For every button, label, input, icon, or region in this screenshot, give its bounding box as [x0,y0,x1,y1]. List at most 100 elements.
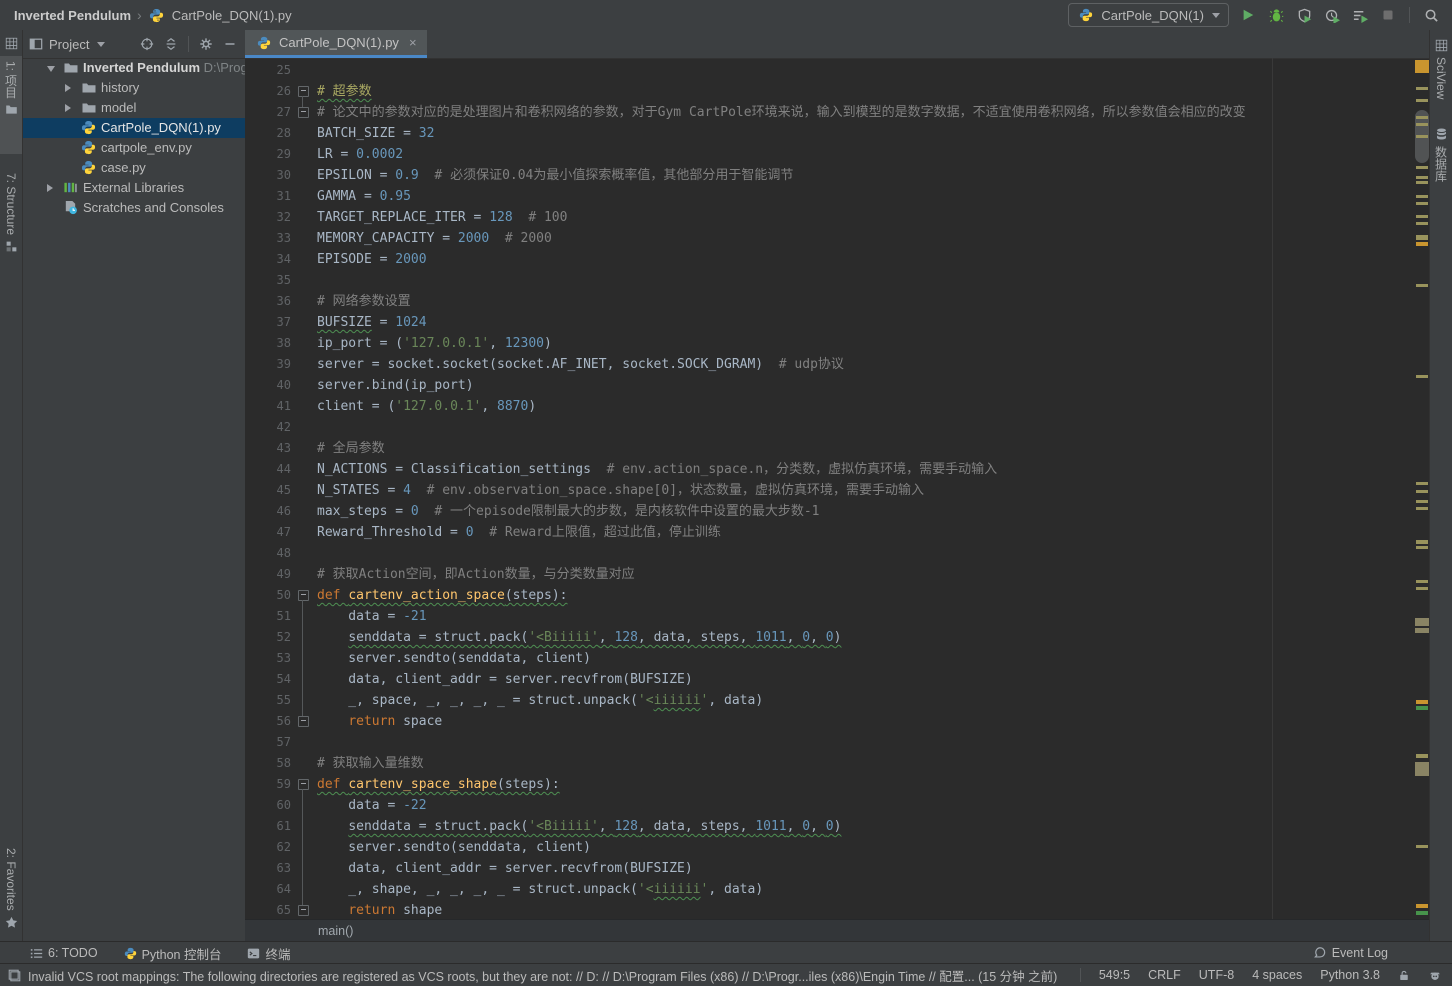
settings-gear-icon[interactable] [197,35,215,53]
fold-icon[interactable] [298,779,309,790]
code-line[interactable]: 55 _, space, _, _, _, _ = struct.unpack(… [245,690,1430,711]
code-line[interactable]: 36# 网络参数设置 [245,291,1430,312]
error-stripe-mark[interactable] [1415,60,1429,73]
code-line[interactable]: 48 [245,543,1430,564]
event-log-button[interactable]: Event Log [1313,946,1388,960]
error-stripe-mark[interactable] [1416,242,1428,246]
error-stripe-mark[interactable] [1415,762,1429,776]
chevron-right-icon[interactable] [47,184,53,192]
chevron-right-icon[interactable] [65,84,71,92]
error-stripe-mark[interactable] [1416,222,1428,225]
code-line[interactable]: 49# 获取Action空间，即Action数量，与分类数量对应 [245,564,1430,585]
fold-icon[interactable] [298,86,309,97]
code-line[interactable]: 47Reward_Threshold = 0 # Reward上限值，超过此值，… [245,522,1430,543]
run-with-coverage-button[interactable] [1295,6,1313,24]
code-line[interactable]: 65 return shape [245,900,1430,920]
error-stripe-mark[interactable] [1416,284,1428,287]
todo-tool-button[interactable]: 6: TODO [30,946,98,960]
code-line[interactable]: 64 _, shape, _, _, _, _ = struct.unpack(… [245,879,1430,900]
code-line[interactable]: 53 server.sendto(senddata, client) [245,648,1430,669]
error-stripe-mark[interactable] [1416,87,1428,90]
fold-icon[interactable] [298,590,309,601]
tool-window-button-project[interactable]: 1: 项目 [0,56,22,154]
search-everywhere-icon[interactable] [1422,6,1440,24]
tab-close-icon[interactable]: × [409,35,417,50]
fold-icon[interactable] [298,107,309,118]
error-stripe-mark[interactable] [1416,235,1428,240]
breadcrumb-file[interactable]: CartPole_DQN(1).py [172,8,292,23]
tool-window-button-structure[interactable]: 7: Structure [0,168,22,298]
code-line[interactable]: 38ip_port = ('127.0.0.1', 12300) [245,333,1430,354]
error-stripe-mark[interactable] [1416,500,1428,503]
code-line[interactable]: 35 [245,270,1430,291]
terminal-tool-button[interactable]: 终端 [247,944,290,963]
tree-item-scratches-and-consoles[interactable]: Scratches and Consoles [23,198,245,218]
status-message-area[interactable]: Invalid VCS root mappings: The following… [0,966,1080,985]
code-line[interactable]: 29LR = 0.0002 [245,144,1430,165]
caret-position[interactable]: 549:5 [1099,968,1130,982]
code-line[interactable]: 51 data = -21 [245,606,1430,627]
breadcrumb-scope[interactable]: main() [318,924,353,938]
code-line[interactable]: 42 [245,417,1430,438]
tree-item-inverted-pendulum[interactable]: Inverted Pendulum D:\Program [23,58,245,78]
code-line[interactable]: 59def cartenv_space_shape(steps): [245,774,1430,795]
run-button[interactable] [1239,6,1257,24]
tree-item-cartpole-dqn-1-py[interactable]: CartPole_DQN(1).py [23,118,245,138]
breadcrumb-project[interactable]: Inverted Pendulum [14,8,131,23]
error-stripe-mark[interactable] [1416,546,1428,549]
tool-window-button-database[interactable]: 数据库 [1430,122,1452,212]
editor-tab-active[interactable]: CartPole_DQN(1).py × [245,30,427,58]
code-line[interactable]: 54 data, client_addr = server.recvfrom(B… [245,669,1430,690]
fold-icon[interactable] [298,905,309,916]
code-line[interactable]: 33MEMORY_CAPACITY = 2000 # 2000 [245,228,1430,249]
error-stripe-mark[interactable] [1416,195,1428,198]
error-stripe-mark[interactable] [1416,123,1428,126]
locate-file-icon[interactable] [138,35,156,53]
tree-item-model[interactable]: model [23,98,245,118]
error-stripe-mark[interactable] [1416,540,1428,544]
chevron-down-icon[interactable] [97,42,105,47]
error-stripe-mark[interactable] [1415,618,1429,626]
code-line[interactable]: 50def cartenv_action_space(steps): [245,585,1430,606]
project-view-select[interactable]: Project [49,37,89,52]
error-stripe-mark[interactable] [1416,904,1428,908]
error-stripe-mark[interactable] [1416,116,1428,119]
error-stripe-mark[interactable] [1416,135,1428,138]
inspections-hector-icon[interactable] [1428,969,1442,982]
error-stripe-mark[interactable] [1416,215,1428,218]
code-line[interactable]: 27# 论文中的参数对应的是处理图片和卷积网络的参数，对于Gym CartPol… [245,102,1430,123]
code-line[interactable]: 34EPISODE = 2000 [245,249,1430,270]
error-stripe-mark[interactable] [1416,754,1428,758]
error-stripe-mark[interactable] [1416,202,1428,205]
code-line[interactable]: 62 server.sendto(senddata, client) [245,837,1430,858]
lock-icon[interactable] [1398,969,1410,982]
code-line[interactable]: 52 senddata = struct.pack('<Biiiii', 128… [245,627,1430,648]
code-line[interactable]: 28BATCH_SIZE = 32 [245,123,1430,144]
error-stripe-scrollbar[interactable] [1414,30,1430,920]
fold-icon[interactable] [298,716,309,727]
tree-item-external-libraries[interactable]: External Libraries [23,178,245,198]
code-line[interactable]: 61 senddata = struct.pack('<Biiiii', 128… [245,816,1430,837]
code-line[interactable]: 60 data = -22 [245,795,1430,816]
code-line[interactable]: 30EPSILON = 0.9 # 必须保证0.04为最小值探索概率值，其他部分… [245,165,1430,186]
error-stripe-mark[interactable] [1415,628,1429,633]
window-toggle-icon[interactable] [8,969,21,982]
code-line[interactable]: 63 data, client_addr = server.recvfrom(B… [245,858,1430,879]
run-with-parameters-button[interactable] [1351,6,1369,24]
error-stripe-mark[interactable] [1416,911,1428,915]
error-stripe-mark[interactable] [1416,375,1428,378]
error-stripe-mark[interactable] [1416,580,1428,583]
code-line[interactable]: 43# 全局参数 [245,438,1430,459]
interpreter[interactable]: Python 3.8 [1320,968,1380,982]
tool-windows-grid-icon[interactable] [0,32,22,55]
tree-item-cartpole-env-py[interactable]: cartpole_env.py [23,138,245,158]
code-line[interactable]: 39server = socket.socket(socket.AF_INET,… [245,354,1430,375]
code-line[interactable]: 56 return space [245,711,1430,732]
error-stripe-mark[interactable] [1416,706,1428,710]
debug-button[interactable] [1267,6,1285,24]
run-configuration-select[interactable]: CartPole_DQN(1) [1068,3,1229,27]
error-stripe-mark[interactable] [1416,700,1428,704]
collapse-all-icon[interactable] [162,35,180,53]
error-stripe-mark[interactable] [1416,166,1428,169]
error-stripe-mark[interactable] [1416,845,1428,848]
